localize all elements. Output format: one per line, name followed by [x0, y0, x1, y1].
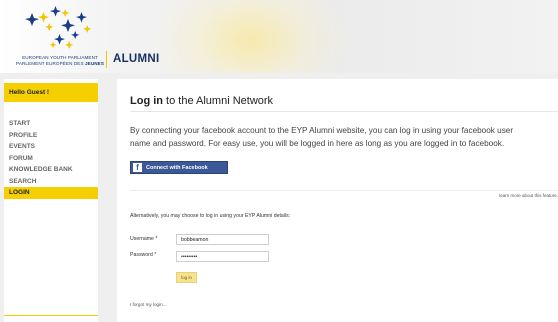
password-label: Password * [130, 252, 157, 258]
login-button[interactable]: log in [176, 272, 197, 283]
password-input[interactable] [176, 251, 269, 262]
learn-more-link[interactable]: learn more about this feature. [499, 193, 558, 198]
sidebar-item-forum[interactable]: FORUM [4, 153, 98, 165]
facebook-intro-text: By connecting your facebook account to t… [130, 126, 514, 148]
username-label: Username * [130, 236, 158, 242]
logo-text-english: EUROPEAN YOUTH PARLIAMENT [22, 55, 98, 60]
title-divider [130, 111, 558, 112]
logo-text-french: PARLEMENT EUROPÉEN DES JEUNES [16, 61, 104, 66]
sidebar: Hello Guest ! START PROFILE EVENTS FORUM… [4, 79, 98, 322]
site-header: EUROPEAN YOUTH PARLIAMENT PARLEMENT EURO… [0, 0, 558, 73]
facebook-icon: f [133, 163, 142, 172]
section-divider [130, 190, 558, 191]
site-title: ALUMNI [113, 53, 160, 65]
main-content: Log in to the Alumni Network By connecti… [117, 79, 558, 322]
sidebar-item-login[interactable]: LOGIN [4, 187, 98, 199]
star-logo-icon [25, 6, 92, 49]
header-background-glow [150, 0, 350, 73]
sidebar-item-knowledge-bank[interactable]: KNOWLEDGE BANK [4, 164, 98, 176]
sidebar-item-search[interactable]: SEARCH [4, 176, 98, 188]
connect-with-facebook-button[interactable]: f Connect with Facebook [130, 161, 228, 174]
eyp-logo[interactable]: EUROPEAN YOUTH PARLIAMENT PARLEMENT EURO… [4, 2, 116, 72]
sidebar-bottom-divider [4, 315, 98, 316]
greeting-banner: Hello Guest ! [4, 83, 98, 102]
username-input[interactable] [176, 234, 269, 245]
sidebar-item-start[interactable]: START [4, 118, 98, 130]
sidebar-item-profile[interactable]: PROFILE [4, 130, 98, 142]
sidebar-nav: START PROFILE EVENTS FORUM KNOWLEDGE BAN… [4, 118, 98, 199]
alternative-login-text: Alternatively, you may choose to log in … [130, 213, 291, 219]
forgot-login-link[interactable]: I forgot my login... [130, 302, 167, 307]
connect-with-facebook-label: Connect with Facebook [146, 164, 208, 171]
sidebar-item-events[interactable]: EVENTS [4, 141, 98, 153]
header-divider [106, 51, 107, 68]
page-title: Log in to the Alumni Network [130, 95, 274, 107]
